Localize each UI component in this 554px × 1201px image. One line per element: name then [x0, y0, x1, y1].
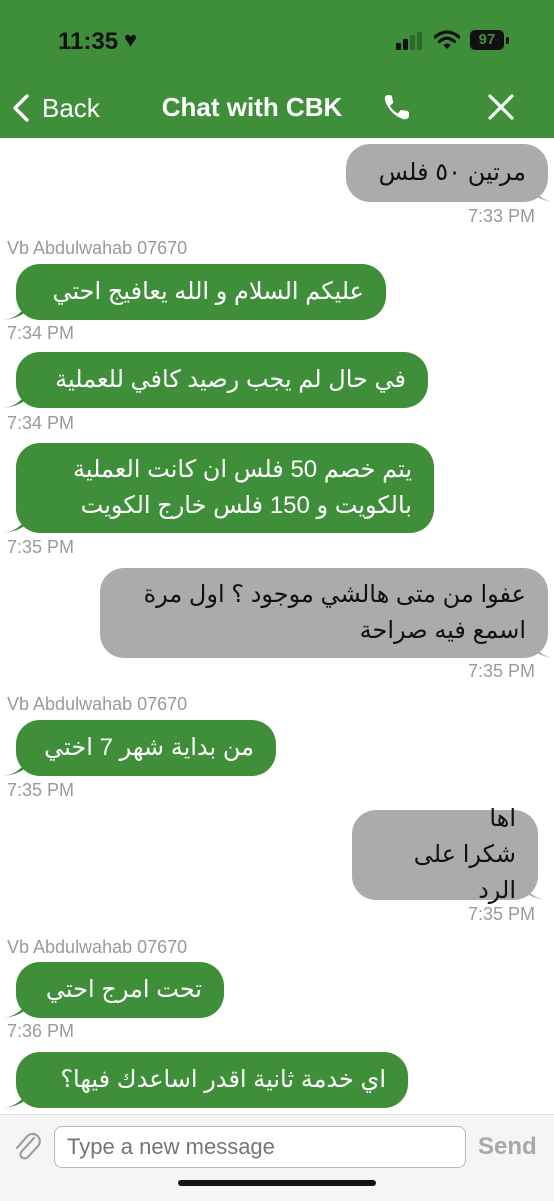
message-bubble-incoming[interactable]: في حال لم يجب رصيد كافي للعملية	[16, 352, 428, 408]
heart-icon: ♥	[124, 27, 138, 52]
signal-icon	[396, 32, 426, 50]
nav-bar: Back Chat with CBK	[0, 78, 554, 138]
bubble-tail	[4, 392, 28, 408]
battery-icon: 97	[470, 30, 504, 50]
send-button[interactable]: Send	[478, 1133, 537, 1161]
message-bubble-outgoing[interactable]: مرتين ٥٠ فلس	[346, 144, 548, 202]
message-timestamp: 7:33 PM	[468, 206, 536, 226]
phone-icon[interactable]	[382, 92, 412, 122]
message-input[interactable]	[54, 1126, 466, 1168]
message-bubble-incoming[interactable]: تحت امرج احتي	[16, 962, 224, 1018]
back-button[interactable]: Back	[10, 88, 100, 128]
message-bubble-outgoing[interactable]: عفوا من متى هالشي موجود ؟ اول مرة اسمع ف…	[100, 568, 548, 658]
message-timestamp: 7:35 PM	[468, 904, 536, 924]
message-list[interactable]: مرتين ٥٠ فلس 7:33 PM Vb Abdulwahab 07670…	[0, 138, 554, 1114]
message-timestamp: 7:35 PM	[468, 661, 536, 681]
battery-tip	[506, 37, 509, 44]
message-bubble-incoming[interactable]: اي خدمة ثانية اقدر اساعدك فيها؟	[16, 1052, 408, 1108]
sender-name: Vb Abdulwahab 07670	[7, 238, 188, 258]
bubble-tail	[530, 186, 554, 202]
back-chevron-icon	[13, 94, 29, 122]
message-bubble-incoming[interactable]: يتم خصم 50 فلس ان كانت العملية بالكويت و…	[16, 443, 434, 533]
bubble-tail	[4, 1002, 28, 1018]
paperclip-icon[interactable]	[12, 1129, 42, 1163]
back-label: Back	[42, 92, 100, 123]
bubble-tail	[4, 1092, 28, 1108]
sender-name: Vb Abdulwahab 07670	[7, 694, 188, 714]
bubble-tail	[530, 642, 554, 658]
wifi-icon	[434, 30, 460, 49]
message-bubble-outgoing[interactable]: اها شكرا على الرد	[352, 805, 538, 904]
bubble-tail	[522, 884, 546, 900]
page-title: Chat with CBK	[161, 92, 343, 122]
bubble-tail	[4, 760, 28, 776]
close-icon[interactable]	[486, 92, 516, 122]
message-timestamp: 7:35 PM	[7, 780, 75, 800]
message-timestamp: 7:35 PM	[7, 537, 75, 557]
bubble-tail	[4, 517, 28, 533]
sender-name: Vb Abdulwahab 07670	[7, 937, 188, 957]
status-time: 11:35	[58, 28, 119, 55]
message-timestamp: 7:34 PM	[7, 413, 75, 433]
message-timestamp: 7:34 PM	[7, 323, 75, 343]
message-bubble-incoming[interactable]: من بداية شهر 7 اختي	[16, 720, 276, 776]
home-indicator	[178, 1180, 376, 1186]
bubble-tail	[4, 304, 28, 320]
status-bar: 11:35 ♥ 97	[0, 0, 554, 78]
message-timestamp: 7:36 PM	[7, 1021, 75, 1041]
message-bubble-incoming[interactable]: عليكم السلام و الله يعافيج احتي	[16, 264, 386, 320]
composer-bar: Send	[0, 1114, 554, 1201]
